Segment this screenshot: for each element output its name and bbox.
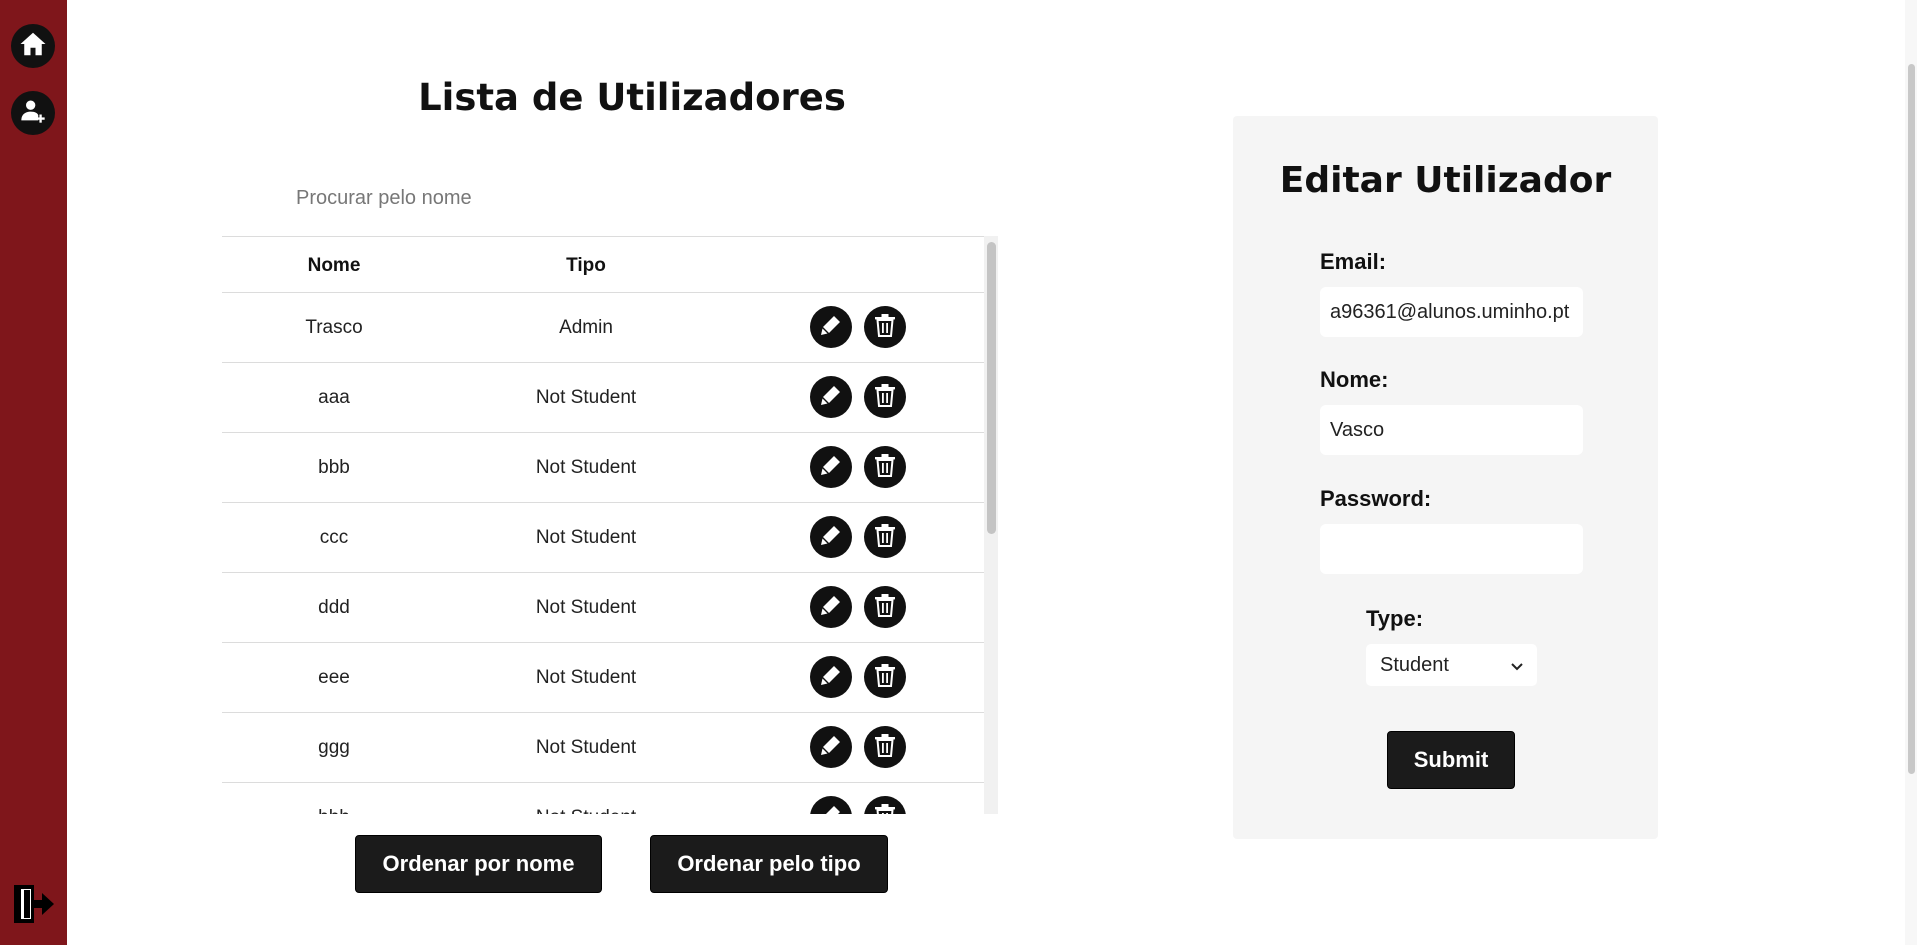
trash-icon — [874, 663, 896, 692]
table-row: Trasco Admin — [222, 293, 984, 363]
cell-tipo: Not Student — [535, 527, 637, 548]
email-field[interactable] — [1320, 287, 1583, 337]
sort-by-name-button[interactable]: Ordenar por nome — [355, 835, 602, 893]
cell-tipo: Admin — [559, 317, 613, 338]
trash-icon — [874, 383, 896, 412]
logout-icon — [10, 883, 56, 930]
page-scrollbar-thumb[interactable] — [1908, 64, 1915, 774]
sidebar — [0, 0, 67, 945]
delete-button[interactable] — [864, 446, 906, 488]
table-row: hhh Not Student — [222, 783, 984, 814]
trash-icon — [874, 733, 896, 762]
users-table: Nome Tipo Trasco Admin aaa Not Student b… — [222, 236, 999, 814]
table-row: ddd Not Student — [222, 573, 984, 643]
edit-button[interactable] — [810, 376, 852, 418]
edit-icon — [819, 593, 843, 622]
edit-icon — [819, 383, 843, 412]
home-button[interactable] — [11, 24, 55, 68]
cell-nome: hhh — [222, 783, 446, 814]
edit-button[interactable] — [810, 306, 852, 348]
edit-icon — [819, 733, 843, 762]
edit-button[interactable] — [810, 516, 852, 558]
logout-button[interactable] — [8, 884, 58, 928]
edit-icon — [819, 453, 843, 482]
cell-nome: ggg — [318, 737, 350, 758]
edit-button[interactable] — [810, 726, 852, 768]
page-scrollbar[interactable] — [1905, 0, 1917, 945]
trash-icon — [874, 313, 896, 342]
cell-nome: ccc — [319, 527, 349, 548]
edit-icon — [819, 313, 843, 342]
table-row: bbb Not Student — [222, 433, 984, 503]
table-row: aaa Not Student — [222, 363, 984, 433]
table-scrollbar[interactable] — [984, 236, 998, 814]
table-scrollbar-thumb[interactable] — [987, 242, 996, 534]
add-user-button[interactable] — [11, 91, 55, 135]
header-nome: Nome — [307, 255, 361, 276]
trash-icon — [874, 593, 896, 622]
table-row: eee Not Student — [222, 643, 984, 713]
type-label: Type: — [1366, 606, 1424, 631]
add-user-icon — [19, 97, 47, 130]
edit-button[interactable] — [810, 796, 852, 814]
edit-icon — [819, 523, 843, 552]
table-row: ccc Not Student — [222, 503, 984, 573]
chevron-down-icon — [1511, 654, 1523, 677]
password-field[interactable] — [1320, 524, 1583, 574]
cell-tipo: Not Student — [446, 783, 726, 814]
cell-tipo: Not Student — [535, 387, 637, 408]
edit-icon — [819, 803, 843, 814]
submit-button[interactable]: Submit — [1387, 731, 1515, 789]
trash-icon — [874, 803, 896, 814]
trash-icon — [874, 453, 896, 482]
cell-nome: ddd — [318, 597, 350, 618]
cell-tipo: Not Student — [535, 597, 637, 618]
edit-icon — [819, 663, 843, 692]
search-input[interactable] — [296, 180, 716, 216]
table-header: Nome Tipo — [222, 236, 984, 293]
delete-button[interactable] — [864, 516, 906, 558]
list-title: Lista de Utilizadores — [418, 76, 846, 119]
home-icon — [18, 29, 48, 64]
cell-nome: eee — [318, 667, 350, 688]
password-label: Password: — [1320, 486, 1432, 511]
delete-button[interactable] — [864, 376, 906, 418]
cell-tipo: Not Student — [535, 457, 637, 478]
type-select-value: Student — [1380, 653, 1449, 676]
trash-icon — [874, 523, 896, 552]
edit-button[interactable] — [810, 586, 852, 628]
email-label: Email: — [1320, 249, 1387, 274]
delete-button[interactable] — [864, 726, 906, 768]
edit-button[interactable] — [810, 446, 852, 488]
delete-button[interactable] — [864, 796, 906, 814]
edit-title: Editar Utilizador — [1279, 160, 1612, 201]
table-row: ggg Not Student — [222, 713, 984, 783]
cell-nome: bbb — [318, 457, 350, 478]
edit-button[interactable] — [810, 656, 852, 698]
nome-label: Nome: — [1320, 367, 1389, 392]
edit-user-panel: Editar Utilizador Email: Nome: Password:… — [1233, 116, 1658, 839]
delete-button[interactable] — [864, 586, 906, 628]
type-select[interactable]: Student — [1366, 644, 1537, 686]
cell-nome: Trasco — [305, 317, 363, 338]
sort-by-type-button[interactable]: Ordenar pelo tipo — [650, 835, 888, 893]
cell-nome: aaa — [318, 387, 350, 408]
delete-button[interactable] — [864, 656, 906, 698]
table-body: Trasco Admin aaa Not Student bbb Not Stu… — [222, 293, 984, 814]
delete-button[interactable] — [864, 306, 906, 348]
cell-tipo: Not Student — [535, 667, 637, 688]
header-tipo: Tipo — [566, 255, 606, 276]
cell-tipo: Not Student — [535, 737, 637, 758]
nome-field[interactable] — [1320, 405, 1583, 455]
